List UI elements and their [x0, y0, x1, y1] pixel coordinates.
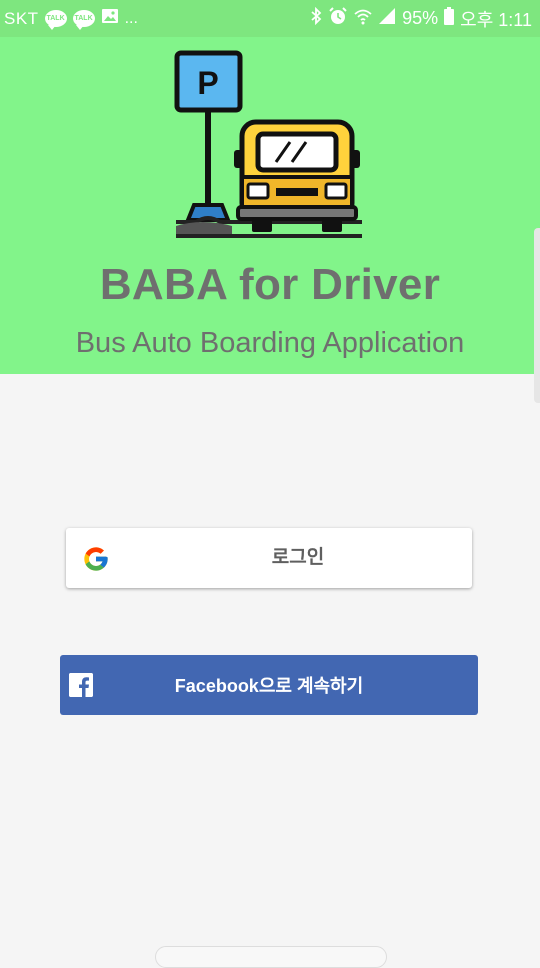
more-notifications-indicator: ...	[124, 9, 138, 27]
status-bar: SKT TALK TALK ... 95% 오후 1:11	[0, 0, 540, 37]
facebook-login-label: Facebook으로 계속하기	[174, 676, 364, 696]
facebook-login-button[interactable]: Facebook으로 계속하기	[60, 655, 478, 715]
edge-panel-handle[interactable]	[534, 228, 540, 403]
app-header: P BABA for Driver Bus Auto Boarding Appl…	[0, 37, 540, 374]
bus-parking-logo-icon: P	[174, 50, 362, 238]
battery-icon	[444, 7, 455, 30]
google-login-label: 로그인	[271, 547, 325, 568]
kakaotalk-icon: TALK	[72, 10, 95, 30]
status-bar-left: SKT TALK TALK ...	[4, 8, 138, 30]
carrier-label: SKT	[4, 8, 39, 28]
battery-percent: 95%	[402, 8, 439, 28]
bluetooth-icon	[310, 6, 322, 30]
app-subtitle: Bus Auto Boarding Application	[75, 327, 465, 359]
bottom-drawer-handle[interactable]	[155, 946, 387, 968]
wifi-icon	[354, 7, 372, 30]
alarm-icon	[328, 6, 348, 31]
clock: 오후 1:11	[460, 9, 532, 30]
parking-letter: P	[197, 65, 218, 101]
status-bar-right: 95% 오후 1:11	[310, 6, 532, 32]
kakaotalk-icon: TALK	[44, 10, 67, 30]
signal-icon	[378, 7, 396, 30]
google-login-button[interactable]: 로그인	[66, 528, 472, 588]
app-title: BABA for Driver	[99, 260, 441, 309]
image-icon	[101, 8, 119, 29]
